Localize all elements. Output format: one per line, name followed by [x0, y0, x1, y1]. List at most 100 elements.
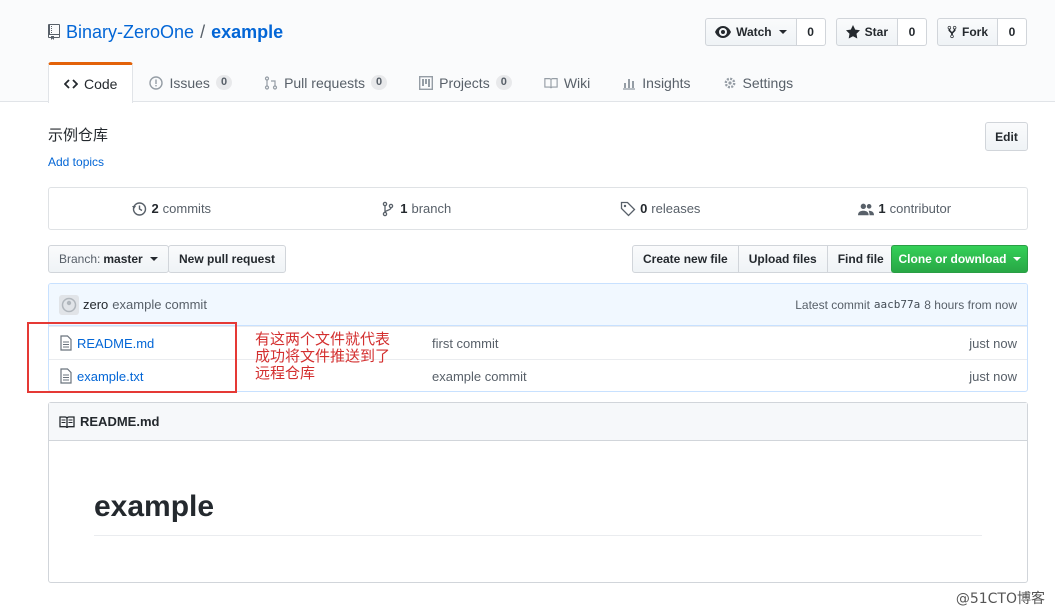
- commits-label: commits: [162, 201, 212, 216]
- tab-wiki[interactable]: Wiki: [528, 62, 606, 102]
- repo-description: 示例仓库: [48, 127, 109, 144]
- project-icon: [419, 75, 434, 90]
- star-icon: [845, 25, 860, 39]
- edit-button[interactable]: Edit: [985, 122, 1028, 151]
- watermark: @51CTO博客: [955, 591, 1045, 607]
- find-file-button[interactable]: Find file: [826, 245, 895, 273]
- commit-author-link[interactable]: zero: [83, 297, 108, 312]
- pulls-count-badge: 0: [371, 75, 388, 90]
- releases-link[interactable]: 0 releases: [538, 188, 783, 229]
- tab-issues[interactable]: Issues 0: [133, 62, 248, 102]
- projects-count-badge: 0: [495, 75, 512, 90]
- caret-down-icon: [778, 30, 787, 34]
- tab-pull-requests[interactable]: Pull requests 0: [248, 62, 403, 102]
- tab-code[interactable]: Code: [48, 62, 134, 103]
- repo-nav: Code Issues 0 Pull requests 0 Projects 0…: [48, 62, 810, 103]
- star-group: Star 0: [835, 18, 927, 46]
- latest-commit-info: Latest commit aacb77a 8 hours from now: [795, 298, 1017, 312]
- branch-select-value: master: [103, 252, 143, 266]
- readme-heading: example: [94, 489, 982, 536]
- fork-label: Fork: [961, 25, 988, 39]
- latest-commit-label: Latest commit: [795, 297, 870, 312]
- file-actions-group: Create new file Upload files Find file: [632, 245, 895, 273]
- fork-button[interactable]: Fork: [936, 18, 998, 46]
- tab-code-label: Code: [84, 76, 118, 92]
- branch-select-label: Branch:: [59, 252, 101, 266]
- tab-insights[interactable]: Insights: [606, 62, 706, 102]
- graph-icon: [623, 78, 636, 90]
- eye-icon: [715, 26, 732, 38]
- file-commit-message-link[interactable]: first commit: [432, 336, 498, 351]
- file-list: zero example commit Latest commit aacb77…: [48, 283, 1028, 392]
- releases-label: releases: [651, 201, 701, 216]
- gear-icon: [724, 77, 735, 88]
- annotation-line: 远程仓库: [255, 364, 316, 382]
- repo-name-link[interactable]: example: [211, 22, 283, 43]
- readme-header: README.md: [49, 403, 1027, 441]
- star-label: Star: [864, 25, 888, 39]
- file-icon: [60, 335, 72, 351]
- branch-label: branch: [411, 201, 452, 216]
- file-icon: [60, 368, 72, 384]
- pagehead-actions: Watch 0 Star 0 Fork 0: [705, 18, 1027, 46]
- file-commit-message-link[interactable]: example commit: [432, 369, 527, 384]
- watch-count[interactable]: 0: [796, 18, 826, 46]
- history-icon: [132, 201, 147, 216]
- tab-wiki-label: Wiki: [563, 74, 591, 91]
- fork-icon: [947, 25, 957, 39]
- commit-age: 8 hours from now: [924, 297, 1017, 312]
- create-new-file-button[interactable]: Create new file: [632, 245, 739, 273]
- repo-header: Binary-ZeroOne / example Watch 0 Star 0 …: [0, 0, 1055, 103]
- file-age: just now: [969, 335, 1017, 351]
- issue-icon: [149, 75, 164, 90]
- contributor-count: 1: [878, 201, 886, 216]
- commit-sha-link[interactable]: aacb77a: [874, 298, 920, 311]
- star-button[interactable]: Star: [835, 18, 898, 46]
- commit-tease: zero example commit Latest commit aacb77…: [49, 284, 1027, 326]
- table-row: example.txt example commit just now: [49, 359, 1027, 391]
- annotation-note: 有这两个文件就代表 成功将文件推送到了 远程仓库: [255, 331, 415, 382]
- watch-group: Watch 0: [705, 18, 826, 46]
- star-count[interactable]: 0: [897, 18, 927, 46]
- readme-box: README.md example: [48, 402, 1028, 583]
- tab-settings-label: Settings: [742, 74, 794, 91]
- commits-count: 2: [151, 201, 159, 216]
- fork-group: Fork 0: [936, 18, 1027, 46]
- branch-select-button[interactable]: Branch: master: [48, 245, 169, 273]
- branch-count: 1: [400, 201, 408, 216]
- people-icon: [858, 203, 875, 215]
- avatar[interactable]: [59, 294, 79, 315]
- file-age: just now: [969, 368, 1017, 384]
- annotation-line: 成功将文件推送到了: [255, 347, 391, 365]
- commit-message-link[interactable]: example commit: [112, 297, 207, 312]
- table-row: README.md first commit just now: [49, 326, 1027, 359]
- tab-projects-label: Projects: [439, 74, 490, 91]
- repo-icon: [48, 24, 60, 40]
- commits-link[interactable]: 2 commits: [49, 188, 294, 229]
- contributor-label: contributor: [889, 201, 952, 216]
- contributors-link[interactable]: 1 contributor: [783, 188, 1028, 229]
- fork-count[interactable]: 0: [998, 18, 1027, 46]
- upload-files-button[interactable]: Upload files: [737, 245, 828, 273]
- tag-icon: [620, 201, 636, 216]
- caret-down-icon: [149, 257, 158, 261]
- avatar-image-icon: [61, 297, 77, 312]
- tab-projects[interactable]: Projects 0: [403, 62, 528, 102]
- tab-insights-label: Insights: [642, 74, 691, 91]
- readme-body: example: [49, 489, 1027, 536]
- tab-pull-requests-label: Pull requests: [284, 74, 365, 91]
- repo-owner-link[interactable]: Binary-ZeroOne: [66, 22, 194, 43]
- releases-count: 0: [640, 201, 648, 216]
- tab-issues-label: Issues: [169, 74, 210, 91]
- branch-icon: [382, 201, 394, 216]
- watch-button[interactable]: Watch: [705, 18, 797, 46]
- issues-count-badge: 0: [215, 75, 233, 90]
- new-pull-request-button[interactable]: New pull request: [168, 245, 287, 273]
- code-icon: [64, 79, 78, 89]
- add-topics-link[interactable]: Add topics: [48, 155, 104, 169]
- clone-or-download-button[interactable]: Clone or download: [891, 245, 1028, 273]
- branches-link[interactable]: 1 branch: [294, 188, 539, 229]
- annotation-line: 有这两个文件就代表: [255, 330, 391, 348]
- tab-settings[interactable]: Settings: [707, 62, 810, 102]
- readme-filename: README.md: [80, 414, 160, 429]
